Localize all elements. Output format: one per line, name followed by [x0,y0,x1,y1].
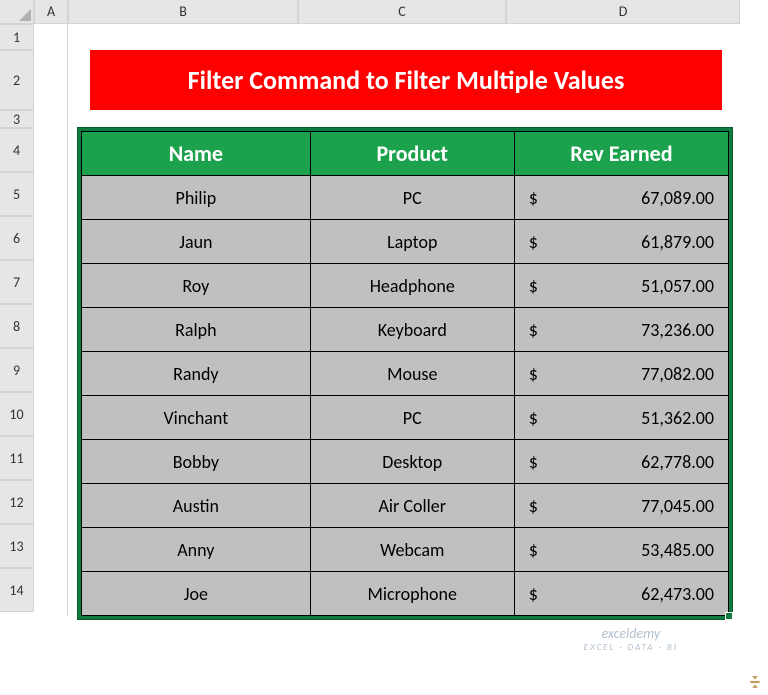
cell-product[interactable]: Webcam [310,528,514,572]
currency-symbol: $ [529,407,538,429]
row-header-5[interactable]: 5 [0,172,34,216]
cell-rev[interactable]: $61,879.00 [514,220,728,264]
header-product[interactable]: Product [310,132,514,176]
currency-symbol: $ [529,231,538,253]
table-row: RalphKeyboard$73,236.00 [82,308,729,352]
table-row: RoyHeadphone$51,057.00 [82,264,729,308]
col-header-A[interactable]: A [34,0,68,24]
cell-rev[interactable]: $62,778.00 [514,440,728,484]
scroll-indicator-icon [746,673,764,691]
cell-product[interactable]: Keyboard [310,308,514,352]
row-header-1[interactable]: 1 [0,24,34,50]
rev-amount: 73,236.00 [641,319,714,341]
cell-name[interactable]: Roy [82,264,311,308]
cell-name[interactable]: Vinchant [82,396,311,440]
select-all-corner[interactable] [0,0,34,24]
table-header-row: Name Product Rev Earned [82,132,729,176]
cell-product[interactable]: Desktop [310,440,514,484]
header-rev[interactable]: Rev Earned [514,132,728,176]
cell-rev[interactable]: $62,473.00 [514,572,728,616]
table-row: BobbyDesktop$62,778.00 [82,440,729,484]
watermark-sub: EXCEL · DATA · BI [584,642,678,653]
cell-product[interactable]: Microphone [310,572,514,616]
table-row: JoeMicrophone$62,473.00 [82,572,729,616]
row-header-13[interactable]: 13 [0,524,34,568]
col-header-C[interactable]: C [298,0,506,24]
row-header-2[interactable]: 2 [0,50,34,110]
cell-rev[interactable]: $73,236.00 [514,308,728,352]
row-headers: 1 2 3 4 5 6 7 8 9 10 11 12 13 14 [0,24,34,612]
cell-rev[interactable]: $67,089.00 [514,176,728,220]
cell-name[interactable]: Ralph [82,308,311,352]
row-header-10[interactable]: 10 [0,392,34,436]
rev-amount: 62,778.00 [641,451,714,473]
rev-amount: 77,045.00 [641,495,714,517]
row-header-11[interactable]: 11 [0,436,34,480]
cell-product[interactable]: Air Coller [310,484,514,528]
row-header-14[interactable]: 14 [0,568,34,612]
cell-rev[interactable]: $51,057.00 [514,264,728,308]
cell-rev[interactable]: $51,362.00 [514,396,728,440]
cell-product[interactable]: PC [310,396,514,440]
row-header-4[interactable]: 4 [0,128,34,172]
currency-symbol: $ [529,495,538,517]
cell-name[interactable]: Anny [82,528,311,572]
cell-product[interactable]: Mouse [310,352,514,396]
header-name[interactable]: Name [82,132,311,176]
table-row: VinchantPC$51,362.00 [82,396,729,440]
rev-amount: 51,362.00 [641,407,714,429]
row-header-12[interactable]: 12 [0,480,34,524]
rev-amount: 62,473.00 [641,583,714,605]
cell-name[interactable]: Jaun [82,220,311,264]
title-text: Filter Command to Filter Multiple Values [188,64,625,96]
cell-rev[interactable]: $77,045.00 [514,484,728,528]
cell-product[interactable]: PC [310,176,514,220]
table-row: AustinAir Coller$77,045.00 [82,484,729,528]
currency-symbol: $ [529,275,538,297]
cell-rev[interactable]: $53,485.00 [514,528,728,572]
rev-amount: 67,089.00 [641,187,714,209]
cell-product[interactable]: Headphone [310,264,514,308]
table-row: RandyMouse$77,082.00 [82,352,729,396]
spreadsheet-grid: A B C D [0,0,768,26]
cell-name[interactable]: Randy [82,352,311,396]
cell-name[interactable]: Bobby [82,440,311,484]
cell-product[interactable]: Laptop [310,220,514,264]
selection-fill-handle[interactable] [725,612,733,620]
row-header-9[interactable]: 9 [0,348,34,392]
row-header-7[interactable]: 7 [0,260,34,304]
cell-name[interactable]: Joe [82,572,311,616]
data-table-selection[interactable]: Name Product Rev Earned PhilipPC$67,089.… [78,128,732,619]
currency-symbol: $ [529,319,538,341]
row-header-3[interactable]: 3 [0,110,34,128]
col-header-D[interactable]: D [506,0,740,24]
cell-rev[interactable]: $77,082.00 [514,352,728,396]
currency-symbol: $ [529,583,538,605]
title-banner[interactable]: Filter Command to Filter Multiple Values [90,50,722,110]
col-A-cells[interactable] [34,24,68,616]
cell-name[interactable]: Philip [82,176,311,220]
currency-symbol: $ [529,187,538,209]
watermark-main: exceldemy [584,625,678,642]
currency-symbol: $ [529,451,538,473]
row-header-8[interactable]: 8 [0,304,34,348]
currency-symbol: $ [529,363,538,385]
table-row: AnnyWebcam$53,485.00 [82,528,729,572]
col-header-B[interactable]: B [68,0,298,24]
rev-amount: 53,485.00 [641,539,714,561]
rev-amount: 51,057.00 [641,275,714,297]
cell-name[interactable]: Austin [82,484,311,528]
data-table: Name Product Rev Earned PhilipPC$67,089.… [81,131,729,616]
rev-amount: 61,879.00 [641,231,714,253]
watermark: exceldemy EXCEL · DATA · BI [584,625,678,653]
row-header-6[interactable]: 6 [0,216,34,260]
rev-amount: 77,082.00 [641,363,714,385]
table-row: JaunLaptop$61,879.00 [82,220,729,264]
currency-symbol: $ [529,539,538,561]
table-row: PhilipPC$67,089.00 [82,176,729,220]
